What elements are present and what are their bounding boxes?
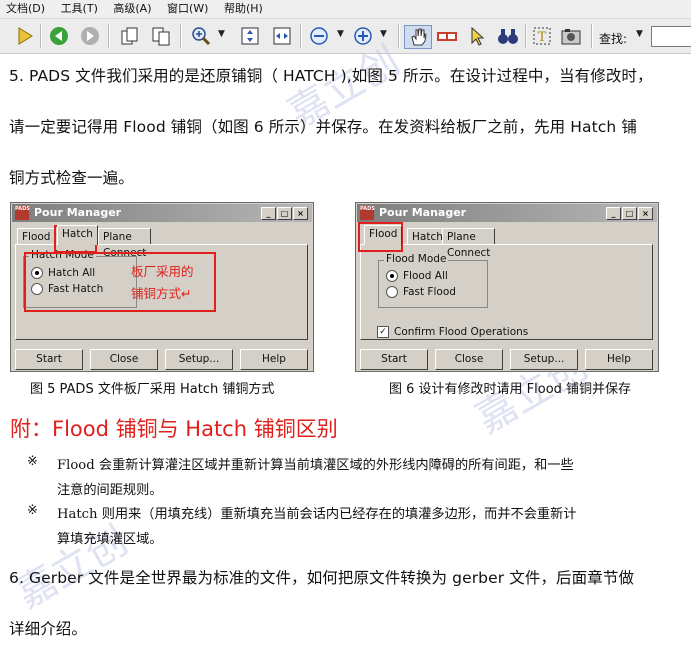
minimize-button[interactable]: _ (606, 207, 621, 220)
tab-panel: Flood Mode Flood All Fast Flood ✓ Confirm… (360, 244, 653, 340)
setup-button[interactable]: Setup... (165, 349, 233, 370)
note-line: 算填充填灌区域。 (57, 532, 163, 547)
menu-help[interactable]: 帮助(H) (218, 0, 269, 16)
hand-icon[interactable] (404, 25, 432, 49)
binoculars-icon[interactable] (497, 25, 519, 47)
maximize-button[interactable]: □ (277, 207, 292, 220)
toolbar-separator (398, 24, 400, 48)
fit-width-icon[interactable] (271, 25, 293, 47)
tab-plane-connect[interactable]: Plane Connect (442, 228, 496, 259)
toolbar-separator (591, 24, 593, 48)
paragraph-line: 请一定要记得用 Flood 铺铜（如图 6 所示）并保存。在发资料给板厂之前，先… (9, 118, 637, 136)
text-select-icon[interactable]: T (531, 25, 553, 47)
group-label: Flood Mode (384, 253, 449, 265)
pads-logo: PADS (360, 206, 375, 220)
select-icon[interactable] (466, 25, 488, 47)
start-button[interactable]: Start (15, 349, 83, 370)
menu-window[interactable]: 窗口(W) (161, 0, 214, 16)
chevron-down-icon[interactable]: ▼ (636, 29, 643, 39)
help-button[interactable]: Help (240, 349, 308, 370)
watermark: 嘉立创 (8, 517, 136, 618)
window-title: Pour Manager (379, 206, 467, 219)
window-titlebar: PADS Pour Manager _ □ × (357, 204, 657, 222)
tab-hatch[interactable]: Hatch (57, 225, 98, 245)
page-icon-2[interactable] (150, 25, 172, 47)
toolbar-separator (108, 24, 110, 48)
setup-button[interactable]: Setup... (510, 349, 578, 370)
glasses-icon[interactable] (436, 25, 458, 47)
find-label: 查找: (599, 32, 628, 46)
svg-text:T: T (538, 30, 547, 45)
zoom-in-icon[interactable] (190, 25, 212, 47)
minimize-button[interactable]: _ (261, 207, 276, 220)
menu-advanced[interactable]: 高级(A) (107, 0, 157, 16)
chevron-down-icon[interactable]: ▼ (218, 29, 225, 39)
toolbar-separator (180, 24, 182, 48)
window-titlebar: PADS Pour Manager _ □ × (12, 204, 312, 222)
close-window-button[interactable]: × (293, 207, 308, 220)
zoom-minus-icon[interactable] (308, 25, 330, 47)
flood-mode-group: Flood Mode Flood All Fast Flood (378, 253, 488, 308)
pour-manager-window-flood: PADS Pour Manager _ □ × Flood Hatch Plan… (355, 202, 659, 372)
window-title: Pour Manager (34, 206, 122, 219)
note-line: Flood 会重新计算灌注区域并重新计算当前填灌区域的外形线内障碍的所有间距，和… (57, 458, 574, 473)
paragraph-line: 铜方式检查一遍。 (9, 169, 134, 187)
toolbar-separator (300, 24, 302, 48)
menu-tools[interactable]: 工具(T) (55, 0, 104, 16)
note-line: Hatch 则用来（用填充线）重新填充当前会话内已经存在的填灌多边形，而并不会重… (57, 507, 577, 522)
snapshot-icon[interactable] (560, 25, 582, 47)
radio-fast-flood[interactable]: Fast Flood (386, 286, 456, 298)
checkbox-label: Confirm Flood Operations (394, 326, 529, 338)
radio-dot (386, 286, 398, 298)
tab-flood[interactable]: Flood (364, 225, 403, 245)
menu-document[interactable]: 文档(D) (0, 0, 51, 16)
fit-icon[interactable] (239, 25, 261, 47)
play-icon[interactable] (14, 25, 36, 47)
radio-dot (386, 270, 398, 282)
checkbox-box: ✓ (377, 326, 389, 338)
help-button[interactable]: Help (585, 349, 653, 370)
menu-bar: 文档(D) 工具(T) 高级(A) 窗口(W) 帮助(H) (0, 0, 691, 19)
confirm-flood-checkbox[interactable]: ✓ Confirm Flood Operations (377, 326, 528, 338)
toolbar-separator (525, 24, 527, 48)
tab-flood[interactable]: Flood (17, 228, 56, 245)
tab-plane-connect[interactable]: Plane Connect (98, 228, 152, 259)
pads-logo: PADS (15, 206, 30, 220)
paragraph-line: 5. PADS 文件我们采用的是还原铺铜（ HATCH ),如图 5 所示。在设… (9, 67, 653, 85)
paragraph-line: 6. Gerber 文件是全世界最为标准的文件，如何把原文件转换为 gerber… (9, 569, 635, 587)
close-window-button[interactable]: × (638, 207, 653, 220)
annotation-text: 铺铜方式↵ (131, 286, 192, 301)
radio-label: Flood All (403, 270, 448, 282)
radio-flood-all[interactable]: Flood All (386, 270, 448, 282)
figure-caption: 图 6 设计有修改时请用 Flood 铺铜并保存 (389, 382, 632, 397)
figure-caption: 图 5 PADS 文件板厂采用 Hatch 铺铜方式 (30, 382, 275, 397)
appendix-heading: 附：Flood 铺铜与 Hatch 铺铜区别 (10, 417, 338, 441)
bullet-mark: ※ (27, 454, 38, 469)
chevron-down-icon[interactable]: ▼ (337, 29, 344, 39)
search-input[interactable] (651, 26, 691, 47)
start-button[interactable]: Start (360, 349, 428, 370)
radio-label: Fast Flood (403, 286, 456, 298)
close-button[interactable]: Close (435, 349, 503, 370)
maximize-button[interactable]: □ (622, 207, 637, 220)
paragraph-line: 详细介绍。 (9, 620, 88, 638)
annotation-text: 板厂采用的 (131, 264, 194, 279)
page-icon[interactable] (118, 25, 140, 47)
close-button[interactable]: Close (90, 349, 158, 370)
forward-icon[interactable] (79, 25, 101, 47)
toolbar-separator (40, 24, 42, 48)
bullet-mark: ※ (27, 503, 38, 518)
back-icon[interactable] (48, 25, 70, 47)
note-line: 注意的间距规则。 (57, 483, 163, 498)
